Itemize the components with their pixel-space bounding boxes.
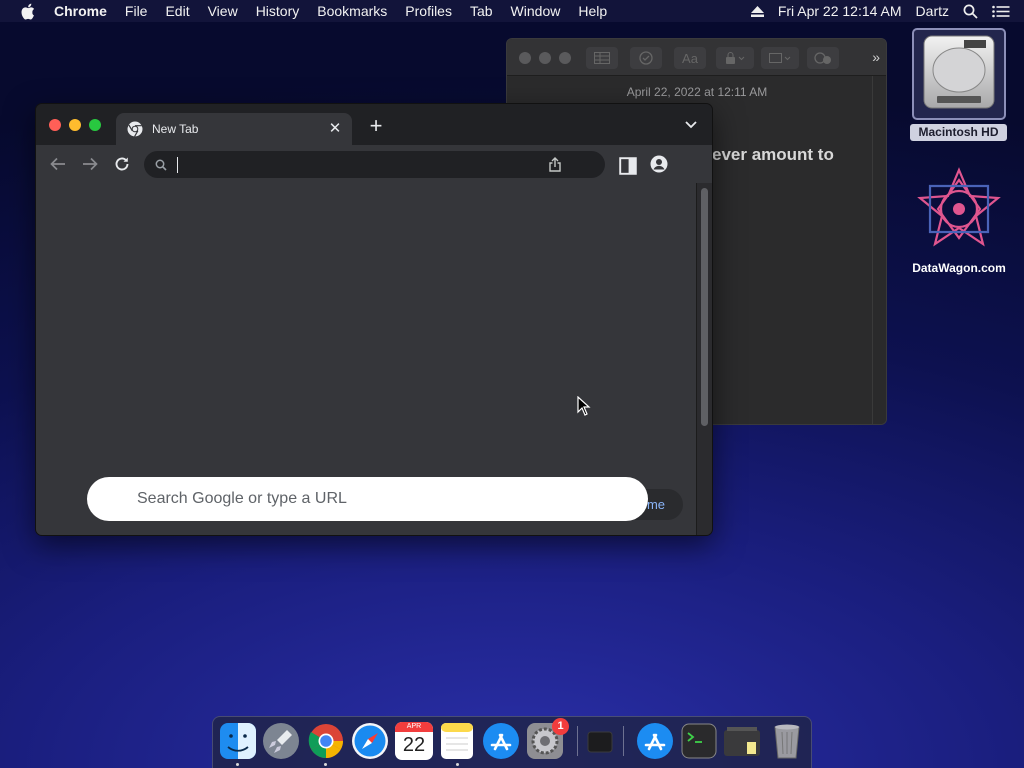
new-tab-button[interactable]: +: [366, 115, 386, 137]
gallery-icon[interactable]: [761, 47, 799, 69]
calendar-icon[interactable]: APR 22: [395, 722, 433, 760]
notes-icon[interactable]: [438, 722, 476, 760]
close-tab-icon[interactable]: ✕: [327, 121, 343, 137]
chrome-running-dot: [324, 763, 327, 766]
apple-menu-icon[interactable]: [20, 3, 36, 20]
minimize-window-button[interactable]: [69, 119, 81, 131]
note-body-text[interactable]: ever amount to: [712, 145, 834, 165]
google-search-box[interactable]: [87, 477, 648, 521]
notes-close-button[interactable]: [519, 52, 531, 64]
datawagon-icon[interactable]: [916, 166, 1002, 252]
menu-view[interactable]: View: [208, 3, 238, 19]
chrome-dock-icon[interactable]: [307, 722, 345, 760]
text-caret: [177, 157, 178, 173]
macintosh-hd-label[interactable]: Macintosh HD: [910, 124, 1007, 141]
checklist-icon[interactable]: [630, 47, 662, 69]
omnibox[interactable]: [144, 151, 605, 178]
share-icon[interactable]: [549, 157, 561, 172]
browser-toolbar: [36, 145, 712, 183]
menu-profiles[interactable]: Profiles: [405, 3, 452, 19]
mouse-cursor-icon: [577, 396, 591, 416]
clock[interactable]: Fri Apr 22 12:14 AM: [778, 3, 902, 19]
menu-history[interactable]: History: [256, 3, 300, 19]
calendar-month: APR: [395, 722, 433, 732]
terminal-icon[interactable]: [680, 722, 718, 760]
trash-icon[interactable]: [768, 722, 806, 760]
downloads-folder-icon[interactable]: [723, 722, 761, 760]
scrollbar-thumb[interactable]: [701, 188, 708, 426]
google-search-input[interactable]: [137, 487, 617, 511]
spotlight-search-icon[interactable]: [963, 4, 978, 19]
calendar-day: 22: [402, 734, 426, 756]
menu-tab[interactable]: Tab: [470, 3, 493, 19]
close-window-button[interactable]: [49, 119, 61, 131]
notes-zoom-button[interactable]: [559, 52, 571, 64]
menu-window[interactable]: Window: [511, 3, 561, 19]
app-store-icon[interactable]: [482, 722, 520, 760]
zoom-window-button[interactable]: [89, 119, 101, 131]
tab-search-icon[interactable]: [684, 119, 698, 131]
profile-avatar-icon[interactable]: [650, 155, 668, 173]
notification-badge: 1: [552, 718, 569, 735]
menu-help[interactable]: Help: [578, 3, 607, 19]
forward-arrow-icon[interactable]: [81, 155, 99, 173]
app-store-folder-icon[interactable]: [636, 722, 674, 760]
macintosh-hd-icon[interactable]: [912, 28, 1006, 120]
dock-separator: [623, 726, 624, 756]
menu-bookmarks[interactable]: Bookmarks: [317, 3, 387, 19]
address-input[interactable]: [182, 154, 562, 175]
back-arrow-icon[interactable]: [49, 155, 67, 173]
page-scrollbar[interactable]: [696, 183, 712, 535]
menu-file[interactable]: File: [125, 3, 148, 19]
chrome-favicon-icon: [127, 121, 143, 137]
finder-running-dot: [236, 763, 239, 766]
datawagon-label[interactable]: DataWagon.com: [896, 261, 1022, 275]
chrome-window[interactable]: New Tab ✕ + me: [35, 103, 713, 536]
dock-separator: [577, 726, 578, 756]
notes-scroll-area[interactable]: [872, 76, 886, 424]
menu-bar: Chrome File Edit View History Bookmarks …: [0, 0, 1024, 22]
search-icon: [155, 159, 167, 171]
safari-icon[interactable]: [351, 722, 389, 760]
reload-icon[interactable]: [113, 155, 131, 173]
tab-new-tab[interactable]: New Tab ✕: [116, 113, 352, 145]
note-date: April 22, 2022 at 12:11 AM: [626, 85, 768, 99]
launchpad-icon[interactable]: [262, 722, 300, 760]
lock-icon[interactable]: [716, 47, 754, 69]
notes-toolbar: Aa »: [507, 39, 886, 76]
toolbar-overflow-icon[interactable]: »: [872, 49, 880, 65]
share-notes-icon[interactable]: [807, 47, 839, 69]
eject-icon[interactable]: [750, 5, 764, 17]
terminal-minimized-icon[interactable]: [586, 728, 614, 756]
menu-app-name[interactable]: Chrome: [54, 3, 107, 19]
hard-drive-icon: [923, 35, 995, 109]
side-panel-icon[interactable]: [619, 157, 637, 175]
tab-strip: New Tab ✕ +: [36, 104, 712, 145]
finder-icon[interactable]: [219, 722, 257, 760]
format-text-icon[interactable]: Aa: [674, 47, 706, 69]
menu-edit[interactable]: Edit: [165, 3, 189, 19]
notes-running-dot: [456, 763, 459, 766]
dock: APR 22 1: [212, 716, 812, 768]
control-center-icon[interactable]: [992, 5, 1010, 18]
user-name[interactable]: Dartz: [916, 3, 949, 19]
table-view-icon[interactable]: [586, 47, 618, 69]
notes-minimize-button[interactable]: [539, 52, 551, 64]
tab-title: New Tab: [152, 122, 199, 136]
